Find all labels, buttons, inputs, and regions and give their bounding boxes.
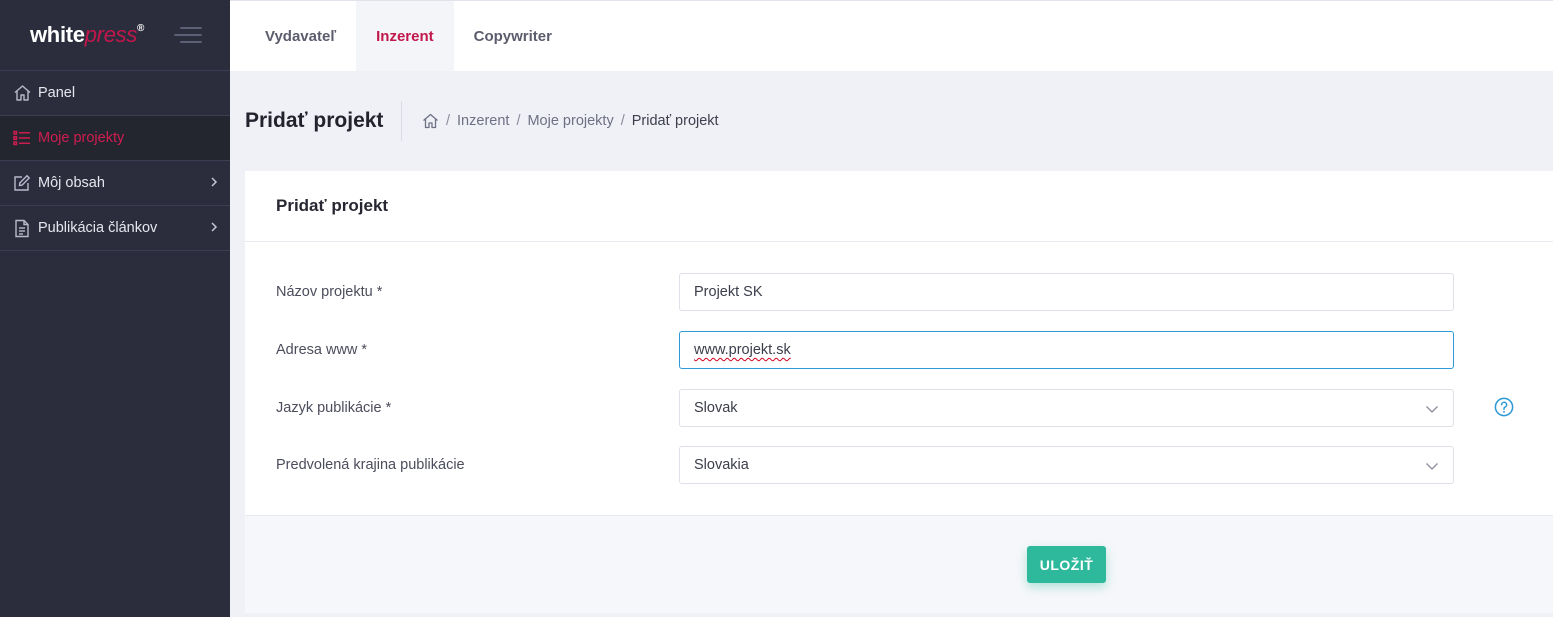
country-value: Slovakia bbox=[694, 457, 749, 473]
breadcrumb-item-inzerent[interactable]: Inzerent bbox=[457, 113, 509, 129]
top-navigation: Vydavateľ Inzerent Copywriter bbox=[230, 0, 1553, 71]
whitepress-logo[interactable]: whitepress® bbox=[30, 22, 144, 48]
home-icon bbox=[12, 83, 32, 103]
sidebar-item-label: Panel bbox=[38, 85, 76, 101]
sidebar-item-publikacia-clankov[interactable]: Publikácia článkov bbox=[0, 206, 230, 251]
project-name-value: Projekt SK bbox=[694, 284, 763, 300]
chevron-down-icon bbox=[1425, 402, 1439, 418]
help-icon[interactable] bbox=[1494, 397, 1514, 417]
logo-text-white: white bbox=[30, 22, 85, 47]
website-label: Adresa www * bbox=[276, 342, 368, 358]
sidebar-item-moje-projekty[interactable]: Moje projekty bbox=[0, 116, 230, 161]
project-name-label: Názov projektu * bbox=[276, 284, 383, 300]
breadcrumb-item-moje-projekty[interactable]: Moje projekty bbox=[527, 113, 613, 129]
document-icon bbox=[12, 218, 32, 238]
brand: whitepress® bbox=[0, 0, 230, 71]
language-label: Jazyk publikácie * bbox=[276, 400, 392, 416]
page-title: Pridať projekt bbox=[245, 109, 384, 132]
breadcrumb-item-current: Pridať projekt bbox=[631, 113, 719, 129]
project-name-input[interactable]: Projekt SK bbox=[679, 273, 1454, 311]
subheader: Pridať projekt / Inzerent / Moje projekt… bbox=[230, 71, 1553, 171]
add-project-card: Pridať projekt Názov projektu * Projekt … bbox=[245, 171, 1553, 613]
chevron-right-icon bbox=[210, 176, 218, 192]
logo-text-press: press bbox=[84, 22, 138, 47]
home-icon[interactable] bbox=[422, 113, 439, 129]
card-footer: ULOŽIŤ bbox=[245, 515, 1553, 613]
breadcrumb-separator: / bbox=[620, 113, 625, 129]
website-input[interactable]: www.projekt.sk bbox=[679, 331, 1454, 369]
subheader-divider bbox=[401, 101, 402, 141]
sidebar-item-moj-obsah[interactable]: Môj obsah bbox=[0, 161, 230, 206]
save-button[interactable]: ULOŽIŤ bbox=[1027, 546, 1106, 583]
list-icon bbox=[12, 128, 32, 148]
sidebar: whitepress® Panel Moje projekty Môj obsa… bbox=[0, 0, 230, 617]
form-row-website: Adresa www * www.projekt.sk bbox=[245, 331, 1553, 369]
card-title: Pridať projekt bbox=[245, 171, 1553, 242]
country-label: Predvolená krajina publikácie bbox=[276, 457, 465, 473]
menu-toggle-icon[interactable] bbox=[174, 27, 202, 45]
tab-vydavatel[interactable]: Vydavateľ bbox=[230, 1, 356, 71]
sidebar-item-label: Publikácia článkov bbox=[38, 220, 158, 236]
website-value: www.projekt.sk bbox=[694, 342, 791, 358]
breadcrumb-separator: / bbox=[516, 113, 521, 129]
logo-registered-mark: ® bbox=[137, 22, 145, 34]
form-row-country: Predvolená krajina publikácie Slovakia bbox=[245, 446, 1553, 484]
form-row-project-name: Názov projektu * Projekt SK bbox=[245, 273, 1553, 311]
chevron-down-icon bbox=[1425, 459, 1439, 475]
breadcrumb: / Inzerent / Moje projekty / Pridať proj… bbox=[422, 113, 719, 129]
form-row-language: Jazyk publikácie * Slovak bbox=[245, 389, 1553, 427]
sidebar-item-panel[interactable]: Panel bbox=[0, 71, 230, 116]
sidebar-item-label: Môj obsah bbox=[38, 175, 105, 191]
language-select[interactable]: Slovak bbox=[679, 389, 1454, 427]
chevron-right-icon bbox=[210, 221, 218, 237]
breadcrumb-separator: / bbox=[446, 113, 451, 129]
language-value: Slovak bbox=[694, 400, 738, 416]
edit-icon bbox=[12, 173, 32, 193]
sidebar-item-label: Moje projekty bbox=[38, 130, 125, 146]
country-select[interactable]: Slovakia bbox=[679, 446, 1454, 484]
tab-inzerent[interactable]: Inzerent bbox=[356, 1, 454, 71]
tab-copywriter[interactable]: Copywriter bbox=[454, 1, 572, 71]
